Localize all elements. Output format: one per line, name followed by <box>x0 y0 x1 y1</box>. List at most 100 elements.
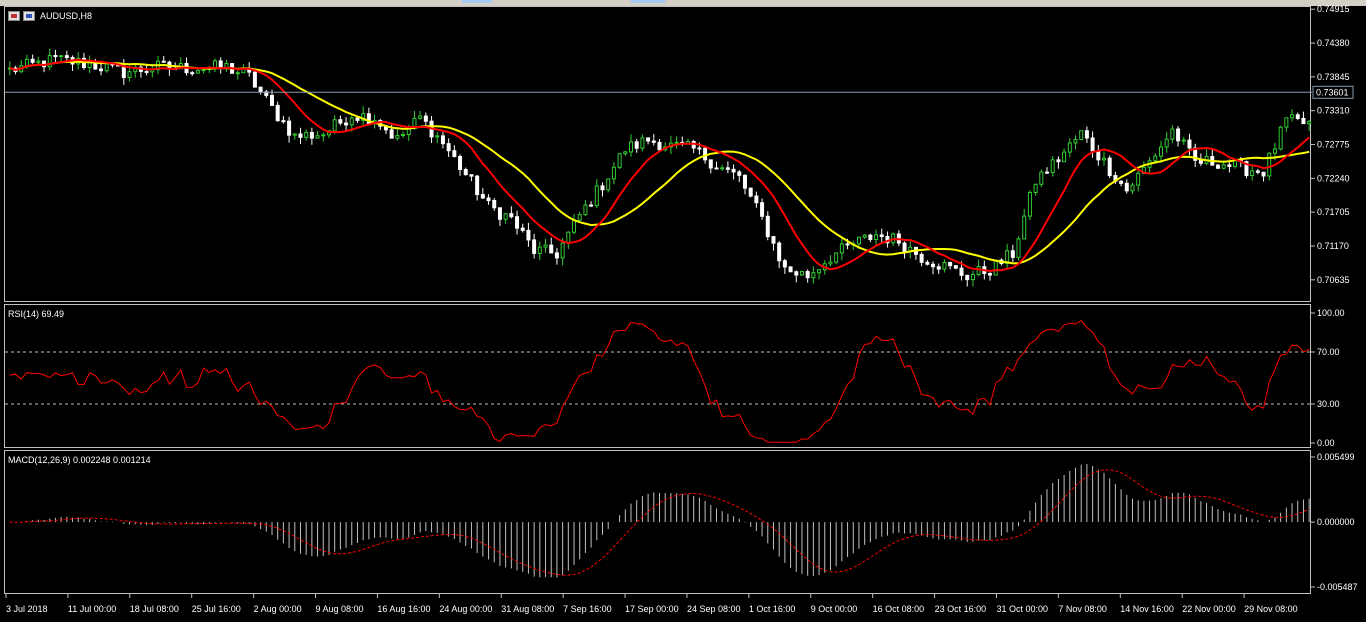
candle-body <box>594 185 599 207</box>
candle-body <box>298 133 303 138</box>
candle-body <box>355 117 360 121</box>
candle-body <box>213 60 218 69</box>
candle-body <box>1096 150 1101 161</box>
candle-body <box>936 266 941 270</box>
time-axis-label: 14 Nov 16:00 <box>1120 604 1174 614</box>
candle-body <box>275 104 280 122</box>
candle-body <box>554 252 559 259</box>
candle-body <box>195 70 200 74</box>
toolbar-tab[interactable] <box>631 0 665 3</box>
macd-axis-label: 0.000000 <box>1317 517 1355 527</box>
candle-body <box>53 54 58 58</box>
candle-body <box>919 253 924 263</box>
macd-signal-line <box>9 469 1310 576</box>
candle-body <box>121 65 126 79</box>
candle-body <box>993 259 998 276</box>
candle-body <box>515 216 520 229</box>
time-axis-label: 16 Oct 08:00 <box>873 604 925 614</box>
rsi-pane[interactable]: RSI(14) 69.49 <box>4 304 1312 448</box>
candle-body <box>771 236 776 244</box>
candle-body <box>389 129 394 139</box>
candle-body <box>1255 170 1260 173</box>
chart-properties-icon[interactable] <box>23 11 35 21</box>
candle-body <box>1181 139 1186 142</box>
candle-body <box>902 242 907 253</box>
candle-body <box>1290 114 1295 119</box>
candle-body <box>879 234 884 237</box>
candle-body <box>497 207 502 220</box>
chart-window-icon[interactable] <box>8 11 20 21</box>
candle-body <box>828 261 833 265</box>
candle-body <box>127 71 132 79</box>
macd-axis-label: 0.005499 <box>1317 452 1355 462</box>
candle-body <box>583 204 588 216</box>
price-axis-label: 0.73845 <box>1317 72 1350 82</box>
candle-body <box>611 166 616 180</box>
candle-body <box>401 134 406 137</box>
candle-body <box>640 137 645 149</box>
candle-body <box>1056 159 1061 163</box>
candle-body <box>566 231 571 244</box>
candle-body <box>446 143 451 152</box>
candle-body <box>976 266 981 276</box>
candle-body <box>1050 159 1055 174</box>
candle-body <box>161 60 166 63</box>
candle-body <box>30 58 35 63</box>
time-axis-label: 29 Nov 08:00 <box>1244 604 1298 614</box>
candle-body <box>24 58 29 67</box>
candle-body <box>1187 139 1192 149</box>
candle-body <box>748 187 753 197</box>
candle-body <box>1221 164 1226 169</box>
candle-body <box>1101 157 1106 161</box>
price-axis-label: 0.72240 <box>1317 173 1350 183</box>
candle-body <box>1284 117 1289 128</box>
candle-body <box>1198 159 1203 164</box>
candle-body <box>931 263 936 268</box>
candle-body <box>1227 164 1232 167</box>
candle-body <box>1033 183 1038 193</box>
rsi-chart-svg <box>5 320 1312 443</box>
candle-body <box>708 159 713 169</box>
candle-body <box>760 202 765 217</box>
candle-body <box>794 271 799 276</box>
price-chart-pane[interactable] <box>4 6 1312 302</box>
candle-body <box>874 234 879 240</box>
time-axis-label: 24 Aug 00:00 <box>439 604 492 614</box>
candle-body <box>469 174 474 177</box>
candle-body <box>281 120 286 123</box>
candle-body <box>629 141 634 153</box>
candle-body <box>1107 157 1112 177</box>
ma-fast-line <box>9 58 1310 273</box>
candle-body <box>731 168 736 173</box>
candle-body <box>697 147 702 150</box>
candle-body <box>315 135 320 139</box>
macd-chart-svg <box>9 463 1310 578</box>
time-axis-label: 17 Sep 00:00 <box>625 604 679 614</box>
candle-body <box>492 200 497 209</box>
candle-body <box>503 213 508 220</box>
time-axis-label: 9 Aug 08:00 <box>316 604 364 614</box>
candle-body <box>953 265 958 269</box>
candle-body <box>1045 171 1050 174</box>
candle-body <box>1062 151 1067 163</box>
rsi-axis-label: 0.00 <box>1317 438 1335 448</box>
candle-body <box>543 244 548 248</box>
candle-body <box>1067 142 1072 153</box>
time-axis-label: 7 Nov 08:00 <box>1058 604 1107 614</box>
time-axis-label: 9 Oct 00:00 <box>811 604 858 614</box>
candle-body <box>452 150 457 157</box>
macd-pane[interactable]: MACD(12,26,9) 0.002248 0.001214 <box>4 450 1311 594</box>
candle-body <box>1267 152 1272 177</box>
candle-body <box>634 141 639 149</box>
candle-body <box>1016 238 1021 258</box>
candle-body <box>440 135 445 145</box>
candle-body <box>606 178 611 191</box>
candle-body <box>104 63 109 72</box>
candle-body <box>526 229 531 241</box>
time-axis: 3 Jul 2018 11 Jul 00:00 18 Jul 08:00 25 Jul… <box>5 594 1298 614</box>
candle-body <box>600 185 605 191</box>
candle-body <box>93 62 98 70</box>
toolbar-tab[interactable] <box>462 0 492 3</box>
candle-body <box>1164 138 1169 148</box>
candle-body <box>99 68 104 72</box>
